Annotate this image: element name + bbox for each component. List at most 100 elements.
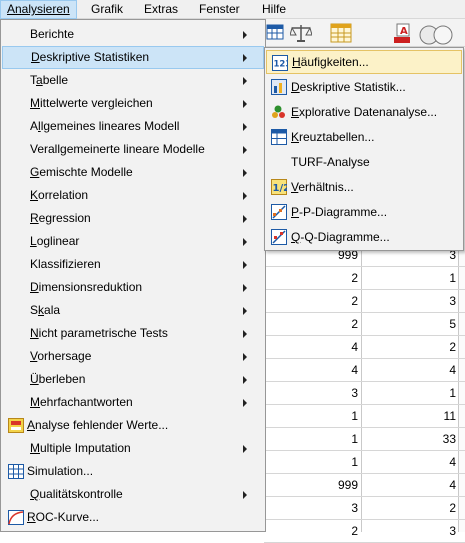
menu-item-deskriptive-statistiken[interactable]: Deskriptive Statistiken	[2, 46, 264, 69]
balance-scale-icon[interactable]	[289, 23, 313, 43]
table-grid-icon[interactable]	[266, 23, 288, 43]
toolbar: A	[264, 19, 465, 47]
submenu-arrow-icon	[243, 54, 247, 62]
submenu-item-haeufigkeiten[interactable]: 123Häufigkeiten...	[266, 50, 462, 74]
submenu-item-deskriptive-statistik[interactable]: Deskriptive Statistik...	[266, 75, 462, 99]
pie-a-icon[interactable]: A	[391, 23, 413, 43]
menu-item-skala[interactable]: Skala	[2, 299, 264, 322]
menu-fenster[interactable]: Fenster	[193, 0, 246, 19]
table-cell[interactable]: 3	[362, 520, 459, 542]
menu-item-gemischte-modelle[interactable]: Gemischte Modelle	[2, 161, 264, 184]
submenu-arrow-icon	[243, 399, 247, 407]
menu-item-label: Analyse fehlender Werte...	[27, 418, 169, 432]
table-cell[interactable]: 4	[362, 359, 459, 381]
menu-item-nicht-parametrische-tests[interactable]: Nicht parametrische Tests	[2, 322, 264, 345]
menu-item-label: Qualitätskontrolle	[30, 487, 123, 501]
submenu-arrow-icon	[243, 330, 247, 338]
menu-hilfe[interactable]: Hilfe	[256, 0, 292, 19]
table-cell[interactable]: 1	[362, 382, 459, 404]
table-cell[interactable]: 5	[362, 313, 459, 335]
menu-grafik-label: Grafik	[91, 2, 124, 16]
menu-item-dimensionsreduktion[interactable]: Dimensionsreduktion	[2, 276, 264, 299]
menu-hilfe-label: Hilfe	[262, 2, 287, 16]
menu-item-label: Simulation...	[27, 464, 94, 478]
venn-circles-icon[interactable]	[417, 23, 453, 45]
table-cell[interactable]: 4	[362, 451, 459, 473]
submenu-arrow-icon	[243, 238, 247, 246]
submenu-item-q-q-diagramme[interactable]: Q-Q-Diagramme...	[266, 225, 462, 249]
grid-table-icon[interactable]	[330, 23, 352, 43]
submenu-item-turf-analyse[interactable]: TURF-Analyse	[266, 150, 462, 174]
menu-fenster-label: Fenster	[199, 2, 240, 16]
table-cell[interactable]: 4	[362, 474, 459, 496]
table-cell[interactable]: 2	[264, 290, 362, 312]
submenu-arrow-icon	[243, 100, 247, 108]
table-cell[interactable]: 2	[362, 497, 459, 519]
table-cell[interactable]: 3	[264, 497, 362, 519]
table-cell[interactable]: 2	[362, 336, 459, 358]
menu-item-korrelation[interactable]: Korrelation	[2, 184, 264, 207]
table-cell[interactable]: 3	[362, 290, 459, 312]
table-row: 21	[264, 267, 465, 290]
menu-item-verallgemeinerte-lineare-modelle[interactable]: Verallgemeinerte lineare Modelle	[2, 138, 264, 161]
table-cell[interactable]: 11	[362, 405, 459, 427]
table-cell[interactable]: 4	[264, 336, 362, 358]
menu-item-tabelle[interactable]: Tabelle	[2, 69, 264, 92]
menu-item-label: Verallgemeinerte lineare Modelle	[30, 142, 205, 156]
menu-item-multiple-imputation[interactable]: Multiple Imputation	[2, 437, 264, 460]
table-cell[interactable]: 1	[264, 428, 362, 450]
ratio-icon: 1/2	[271, 179, 290, 195]
menu-item-mehrfachantworten[interactable]: Mehrfachantworten	[2, 391, 264, 414]
table-cell[interactable]: 2	[264, 267, 362, 289]
submenu-item-p-p-diagramme[interactable]: P-P-Diagramme...	[266, 200, 462, 224]
analysieren-dropdown: Berichte Deskriptive Statistiken Tabelle Mi…	[0, 19, 266, 532]
menu-grafik[interactable]: Grafik	[85, 0, 129, 19]
submenu-item-kreuztabellen[interactable]: Kreuztabellen...	[266, 125, 462, 149]
missing-values-icon	[8, 418, 24, 433]
menu-item-vorhersage[interactable]: Vorhersage	[2, 345, 264, 368]
menu-bar: Analysieren Grafik Extras Fenster Hilfe	[0, 0, 465, 19]
menu-item-simulation[interactable]: Simulation...	[2, 460, 264, 483]
table-cell[interactable]: 4	[264, 359, 362, 381]
table-cell[interactable]: 2	[264, 520, 362, 542]
submenu-arrow-icon	[243, 77, 247, 85]
table-cell[interactable]: 999	[264, 474, 362, 496]
crosstabs-icon	[271, 129, 287, 145]
menu-item-klassifizieren[interactable]: Klassifizieren	[2, 253, 264, 276]
menu-item-analyse-fehlender-werte[interactable]: Analyse fehlender Werte...	[2, 414, 264, 437]
menu-item-loglinear[interactable]: Loglinear	[2, 230, 264, 253]
table-cell[interactable]: 33	[362, 428, 459, 450]
table-cell[interactable]: 3	[264, 382, 362, 404]
roc-curve-icon	[8, 510, 24, 525]
menu-item-label: Überleben	[30, 372, 86, 386]
table-row: 42	[264, 336, 465, 359]
descriptives-icon	[271, 79, 287, 95]
table-cell[interactable]: 2	[264, 313, 362, 335]
menu-extras-label: Extras	[144, 2, 179, 16]
submenu-item-explorative-datenanalyse[interactable]: Explorative Datenanalyse...	[266, 100, 462, 124]
table-row: 14	[264, 451, 465, 474]
submenu-item-label: Explorative Datenanalyse...	[291, 105, 438, 119]
table-cell[interactable]: 1	[264, 405, 362, 427]
menu-extras[interactable]: Extras	[138, 0, 184, 19]
menu-item-qualitaetskontrolle[interactable]: Qualitätskontrolle	[2, 483, 264, 506]
table-cell[interactable]: 1	[264, 451, 362, 473]
submenu-item-verhaeltnis[interactable]: 1/2 Verhältnis...	[266, 175, 462, 199]
menu-item-label: Deskriptive Statistiken	[31, 50, 150, 64]
submenu-arrow-icon	[243, 169, 247, 177]
menu-item-regression[interactable]: Regression	[2, 207, 264, 230]
submenu-item-label: Q-Q-Diagramme...	[291, 230, 390, 244]
submenu-arrow-icon	[243, 146, 247, 154]
svg-text:1/2: 1/2	[273, 183, 288, 194]
menu-item-mittelwerte-vergleichen[interactable]: Mittelwerte vergleichen	[2, 92, 264, 115]
menu-item-roc-kurve[interactable]: ROC-Kurve...	[2, 506, 264, 529]
menu-item-label: Allgemeines lineares Modell	[30, 119, 180, 133]
menu-analysieren[interactable]: Analysieren	[0, 0, 77, 19]
menu-item-ueberleben[interactable]: Überleben	[2, 368, 264, 391]
menu-item-allgemeines-lineares-modell[interactable]: Allgemeines lineares Modell	[2, 115, 264, 138]
table-cell[interactable]: 1	[362, 267, 459, 289]
menu-item-label: Mehrfachantworten	[30, 395, 133, 409]
submenu-arrow-icon	[243, 261, 247, 269]
table-row: 25	[264, 313, 465, 336]
menu-item-berichte[interactable]: Berichte	[2, 23, 264, 46]
